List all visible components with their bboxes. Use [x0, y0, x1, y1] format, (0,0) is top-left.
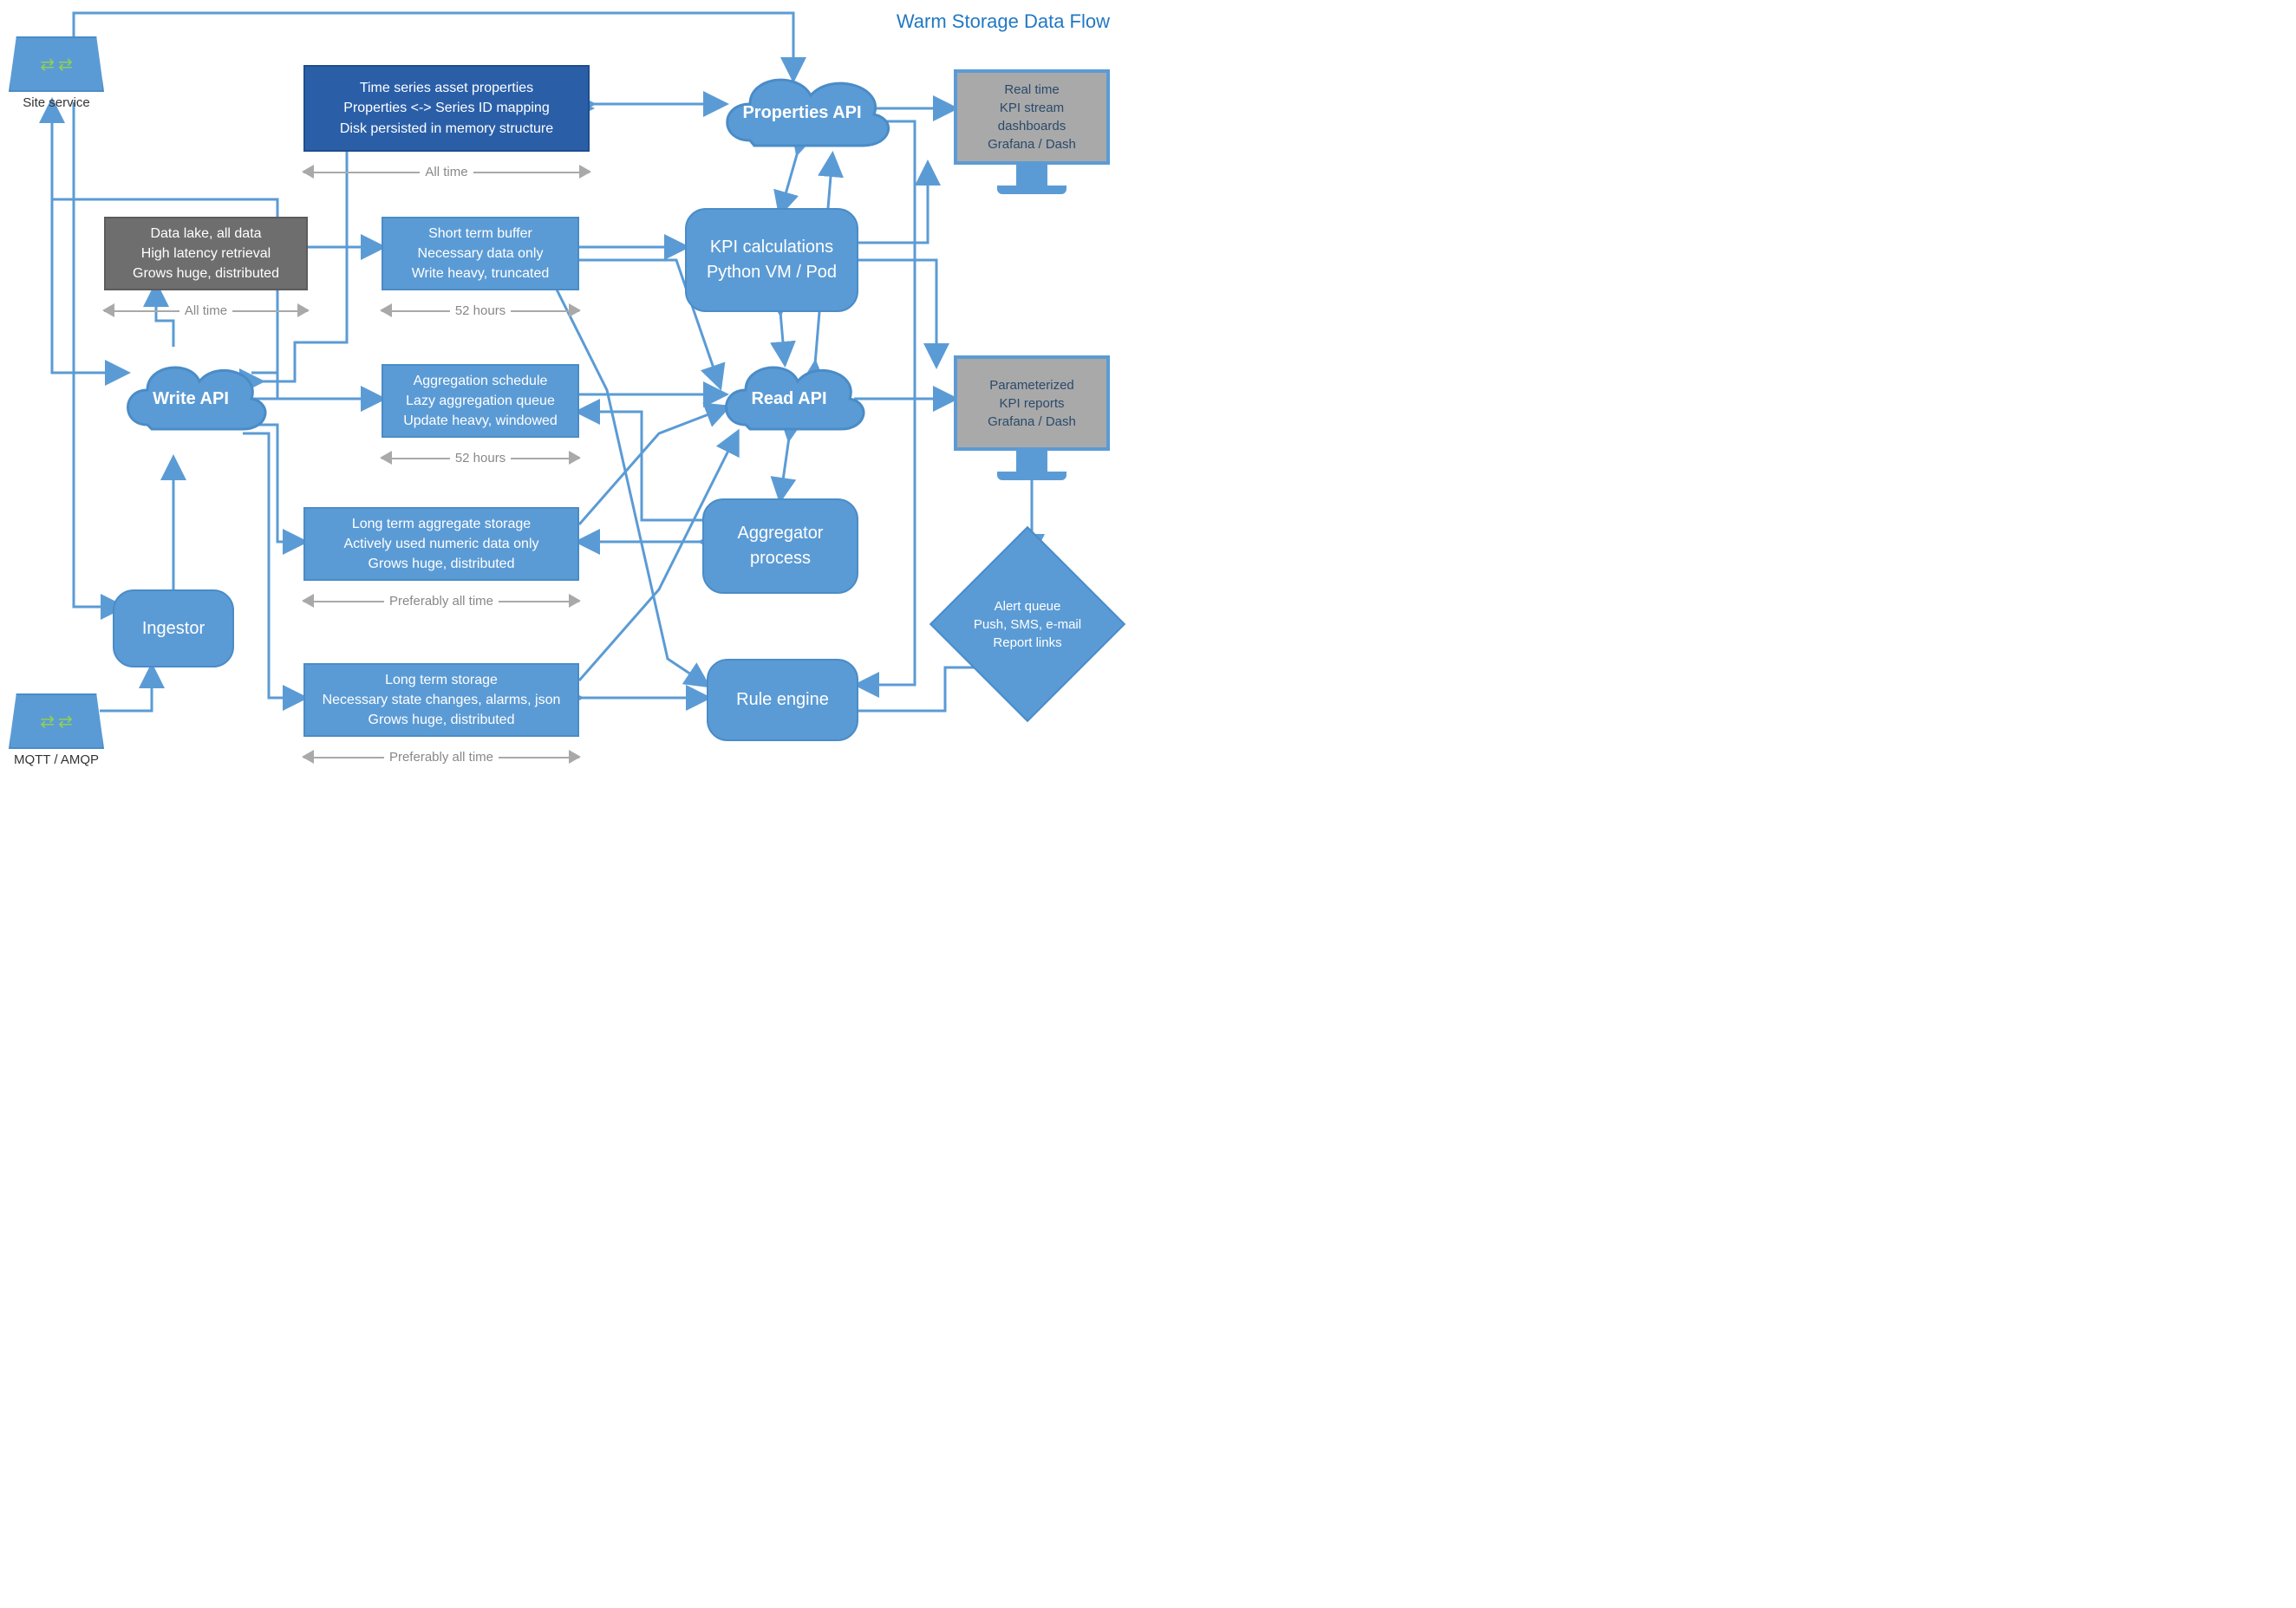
write-api-cloud: Write API: [113, 342, 269, 455]
time-arrow-agg-schedule: 52 hours: [382, 449, 579, 466]
mqtt-node: ⇄⇄ MQTT / AMQP: [9, 693, 104, 767]
properties-api-label: Properties API: [742, 103, 861, 123]
time-arrow-ts-props: All time: [303, 163, 590, 180]
kpi-calc-node: KPI calculations Python VM / Pod: [685, 208, 858, 312]
ingestor-label: Ingestor: [142, 616, 205, 641]
diagram-title: Warm Storage Data Flow: [897, 10, 1110, 33]
time-arrow-long-store: Preferably all time: [303, 748, 579, 765]
kpi-reports-monitor: Parameterized KPI reports Grafana / Dash: [954, 355, 1110, 480]
agg-schedule-node: Aggregation schedule Lazy aggregation qu…: [382, 364, 579, 438]
long-agg-node: Long term aggregate storage Actively use…: [303, 507, 579, 581]
short-buffer-node: Short term buffer Necessary data only Wr…: [382, 217, 579, 290]
write-api-label: Write API: [153, 389, 229, 409]
ts-props-node: Time series asset properties Properties …: [303, 65, 590, 152]
aggregator-node: Aggregator process: [702, 498, 858, 594]
read-api-cloud: Read API: [711, 347, 867, 451]
time-arrow-short-buffer: 52 hours: [382, 302, 579, 319]
time-arrow-long-agg: Preferably all time: [303, 592, 579, 609]
realtime-dashboard-monitor: Real time KPI stream dashboards Grafana …: [954, 69, 1110, 194]
ingestor-node: Ingestor: [113, 589, 234, 667]
alert-queue-node: Alert queue Push, SMS, e-mail Report lin…: [958, 555, 1097, 693]
site-service-node: ⇄⇄ Site service: [9, 36, 104, 110]
site-service-label: Site service: [9, 95, 104, 110]
long-store-node: Long term storage Necessary state change…: [303, 663, 579, 737]
time-arrow-data-lake: All time: [104, 302, 308, 319]
mqtt-label: MQTT / AMQP: [9, 752, 104, 767]
rule-engine-node: Rule engine: [707, 659, 858, 741]
read-api-label: Read API: [751, 389, 826, 409]
data-lake-node: Data lake, all data High latency retriev…: [104, 217, 308, 290]
properties-api-cloud: Properties API: [711, 61, 893, 165]
